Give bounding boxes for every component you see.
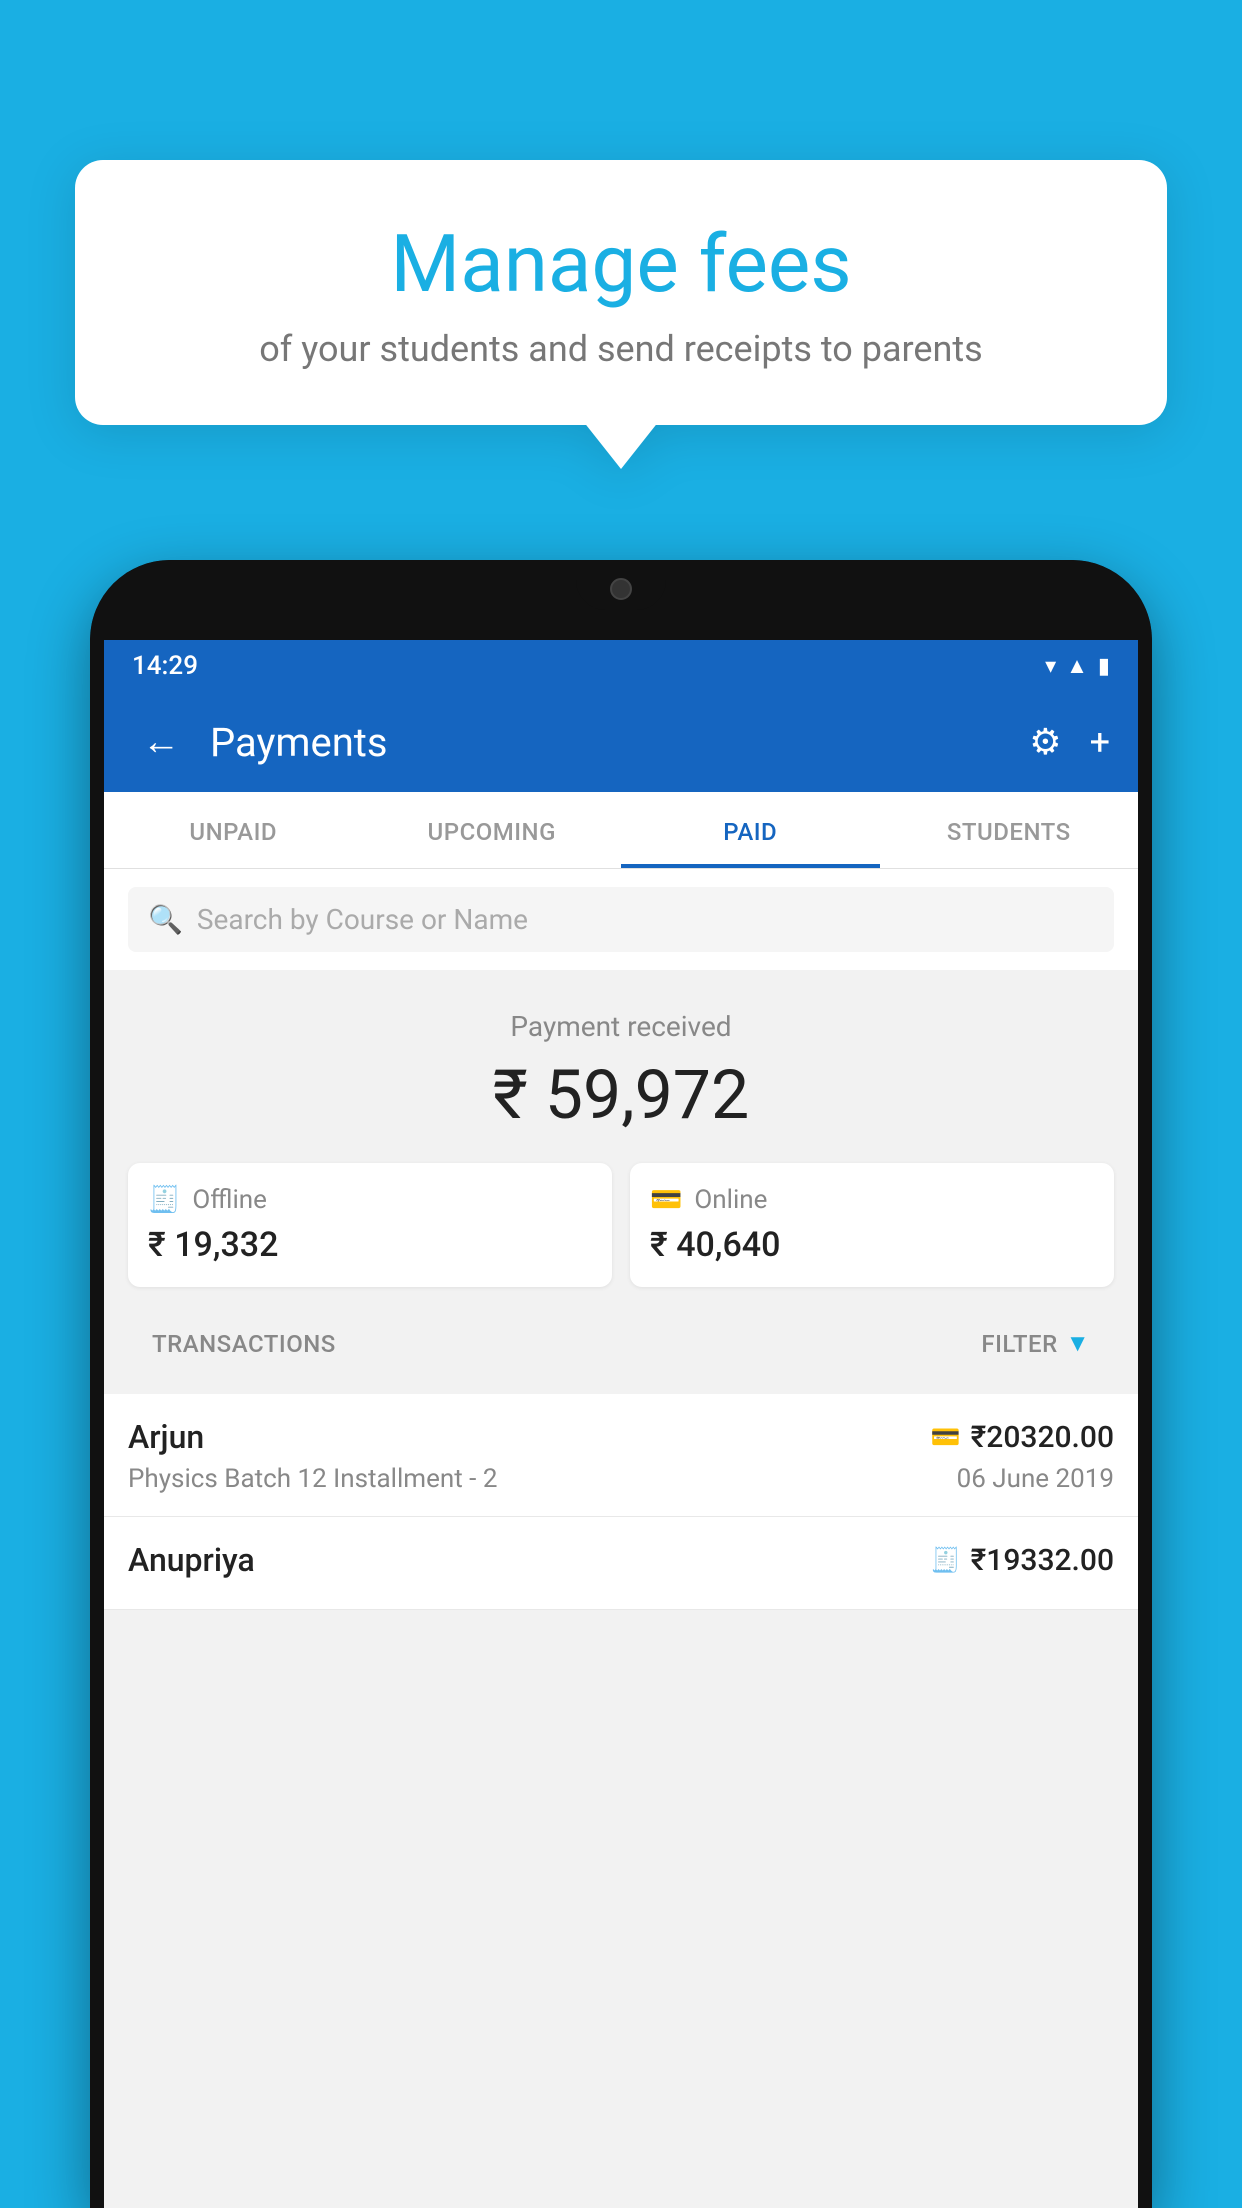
transaction-amount: ₹19332.00 — [971, 1543, 1114, 1578]
add-button[interactable]: + — [1090, 721, 1110, 763]
back-button[interactable]: ← — [132, 710, 190, 774]
online-card-header: 💳 Online — [650, 1185, 767, 1215]
offline-card-header: 🧾 Offline — [148, 1185, 267, 1215]
transaction-list: Arjun 💳 ₹20320.00 Physics Batch 12 Insta… — [104, 1394, 1138, 1610]
app-header: ← Payments ⚙ + — [104, 692, 1138, 792]
transaction-row1: Anupriya 🧾 ₹19332.00 — [128, 1541, 1114, 1579]
transaction-course: Physics Batch 12 Installment - 2 — [128, 1464, 497, 1494]
online-transaction-icon: 💳 — [931, 1423, 961, 1451]
transactions-header: TRANSACTIONS FILTER ▼ — [128, 1307, 1114, 1374]
offline-payment-card: 🧾 Offline ₹ 19,332 — [128, 1163, 612, 1287]
tab-paid[interactable]: PAID — [621, 792, 880, 868]
tabs-bar: UNPAID UPCOMING PAID STUDENTS — [104, 792, 1138, 869]
transaction-amount: ₹20320.00 — [971, 1420, 1114, 1455]
status-bar: 14:29 ▾ ▲ ▮ — [104, 640, 1138, 692]
transaction-amount-wrap: 🧾 ₹19332.00 — [931, 1543, 1114, 1578]
search-bar: 🔍 Search by Course or Name — [104, 869, 1138, 970]
online-icon: 💳 — [650, 1185, 682, 1215]
header-title: Payments — [210, 719, 1009, 766]
front-camera — [610, 578, 632, 600]
phone-screen: 14:29 ▾ ▲ ▮ ← Payments ⚙ + UNPAID UPCOMI… — [104, 640, 1138, 2208]
offline-label: Offline — [192, 1185, 267, 1215]
phone-frame: 14:29 ▾ ▲ ▮ ← Payments ⚙ + UNPAID UPCOMI… — [90, 560, 1152, 2208]
offline-amount: ₹ 19,332 — [148, 1225, 278, 1265]
offline-transaction-icon: 🧾 — [931, 1546, 961, 1574]
transaction-item[interactable]: Anupriya 🧾 ₹19332.00 — [104, 1517, 1138, 1610]
transaction-item[interactable]: Arjun 💳 ₹20320.00 Physics Batch 12 Insta… — [104, 1394, 1138, 1517]
transaction-name: Arjun — [128, 1418, 204, 1456]
signal-icon: ▲ — [1066, 653, 1088, 679]
transaction-row1: Arjun 💳 ₹20320.00 — [128, 1418, 1114, 1456]
speech-bubble: Manage fees of your students and send re… — [75, 160, 1167, 425]
status-time: 14:29 — [132, 651, 198, 681]
status-icons: ▾ ▲ ▮ — [1045, 653, 1110, 679]
transaction-name: Anupriya — [128, 1541, 255, 1579]
online-payment-card: 💳 Online ₹ 40,640 — [630, 1163, 1114, 1287]
transaction-amount-wrap: 💳 ₹20320.00 — [931, 1420, 1114, 1455]
phone-top-bezel — [90, 560, 1152, 640]
header-icons-group: ⚙ + — [1029, 721, 1110, 763]
tab-upcoming[interactable]: UPCOMING — [363, 792, 622, 868]
filter-button[interactable]: FILTER ▼ — [981, 1329, 1090, 1358]
search-placeholder: Search by Course or Name — [197, 903, 528, 936]
filter-icon: ▼ — [1066, 1329, 1090, 1358]
battery-icon: ▮ — [1098, 654, 1110, 679]
payment-received-label: Payment received — [128, 1010, 1114, 1043]
offline-icon: 🧾 — [148, 1185, 180, 1215]
tab-students[interactable]: STUDENTS — [880, 792, 1139, 868]
online-label: Online — [694, 1185, 767, 1215]
settings-button[interactable]: ⚙ — [1029, 721, 1061, 763]
bubble-title: Manage fees — [125, 220, 1117, 308]
transaction-date: 06 June 2019 — [957, 1464, 1114, 1494]
filter-label: FILTER — [981, 1330, 1057, 1358]
payment-total-amount: ₹ 59,972 — [128, 1055, 1114, 1135]
search-input-wrap[interactable]: 🔍 Search by Course or Name — [128, 887, 1114, 952]
bubble-subtitle: of your students and send receipts to pa… — [125, 328, 1117, 370]
payment-summary: Payment received ₹ 59,972 🧾 Offline ₹ 19… — [104, 970, 1138, 1394]
tab-unpaid[interactable]: UNPAID — [104, 792, 363, 868]
payment-cards: 🧾 Offline ₹ 19,332 💳 Online ₹ 40,640 — [128, 1163, 1114, 1287]
search-icon: 🔍 — [148, 903, 183, 936]
phone-notch — [576, 560, 666, 610]
screen-content: 🔍 Search by Course or Name Payment recei… — [104, 869, 1138, 2208]
online-amount: ₹ 40,640 — [650, 1225, 780, 1265]
wifi-icon: ▾ — [1045, 654, 1056, 679]
transaction-row2: Physics Batch 12 Installment - 2 06 June… — [128, 1464, 1114, 1494]
transactions-label: TRANSACTIONS — [152, 1330, 336, 1358]
